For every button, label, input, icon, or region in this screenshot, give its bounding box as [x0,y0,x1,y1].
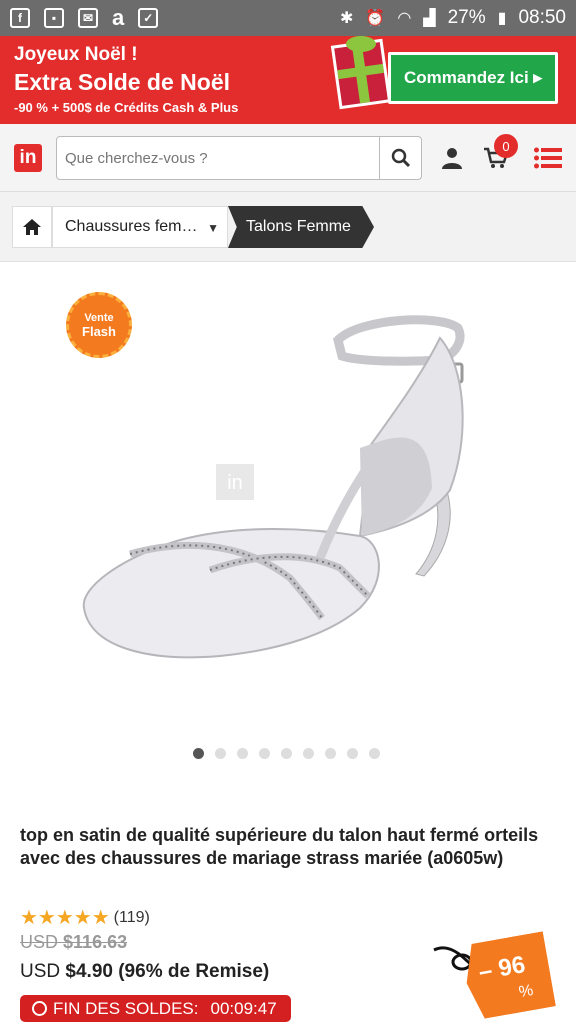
discount-tag-symbol: % [517,981,535,1002]
breadcrumb-category[interactable]: Chaussures fem… ▼ [52,206,228,248]
discount-tag-value: – 96 [476,951,528,986]
menu-button[interactable] [532,142,564,174]
original-price-currency: USD [20,932,59,952]
countdown-value: 00:09:47 [210,998,277,1018]
discount-tag: – 96 % [460,931,556,1020]
site-header: in [0,124,576,192]
amazon-icon: a [112,5,125,30]
gallery-dot[interactable] [303,748,314,759]
user-icon [442,148,462,169]
countdown-label: FIN DES SOLDES: [53,998,199,1018]
chevron-down-icon: ▼ [207,221,219,235]
sale-countdown: FIN DES SOLDES: 00:09:47 [20,995,291,1022]
battery-icon: ▮ [497,10,507,27]
sale-price: USD $4.90 (96% de Remise) [20,961,269,983]
battery-percent: 27% [447,7,486,28]
flash-sale-badge: Vente Flash [66,292,132,358]
gallery-dot[interactable] [237,748,248,759]
product-image[interactable]: in [60,278,516,726]
discount-text: (96% de Remise) [118,961,270,982]
gallery-dot[interactable] [259,748,270,759]
gallery-pagination [193,748,380,759]
gallery-dot[interactable] [325,748,336,759]
order-now-button[interactable]: Commandez Ici ▸ [388,52,558,104]
sale-price-value: $4.90 [65,961,113,982]
wifi-icon: ◠ [397,10,412,27]
breadcrumb-category-label: Chaussures fem… [65,218,198,235]
menu-icon [534,147,562,169]
account-button[interactable] [436,142,468,174]
gift-bow-icon [346,36,376,52]
cart-count-badge: 0 [494,134,518,158]
product-title: top en satin de qualité supérieure du ta… [20,825,539,868]
status-bar: f ▪ ✉ a ✓ ✱ ⏰ ◠ ▟ 27% ▮ 08:50 [0,0,576,36]
gallery-dot[interactable] [281,748,292,759]
gallery-icon: ▪ [44,8,64,28]
watermark-text: in [227,472,243,494]
gallery-dot[interactable] [215,748,226,759]
product-rating[interactable]: ★★★★★ (119) [20,905,150,930]
original-price-value: $116.63 [63,932,128,952]
facebook-icon: f [10,8,30,28]
message-icon: ✉ [78,8,98,28]
search-bar [56,136,422,180]
breadcrumb-current: Talons Femme [228,206,374,248]
search-icon [391,148,410,168]
alarm-icon: ⏰ [365,10,386,27]
search-input[interactable] [57,137,381,179]
search-button[interactable] [379,137,421,179]
flash-badge-line1: Vente [84,311,114,324]
shopping-icon: ✓ [138,8,159,28]
signal-icon: ▟ [423,10,436,27]
clock-icon [32,1001,47,1016]
bluetooth-icon: ✱ [340,10,354,27]
site-logo[interactable]: in [14,144,42,172]
original-price: USD $116.63 [20,932,127,953]
gallery-dot[interactable] [193,748,204,759]
promo-headline: Extra Solde de Noël [14,69,231,95]
breadcrumb-home[interactable] [12,206,52,248]
promo-banner[interactable]: Joyeux Noël ! Extra Solde de Noël -90 % … [0,36,576,124]
gallery-dot[interactable] [369,748,380,759]
rating-stars: ★★★★★ [20,907,110,929]
promo-subline: -90 % + 500$ de Crédits Cash & Plus [14,100,239,115]
flash-badge-line2: Flash [82,323,116,339]
home-icon [23,219,41,235]
promo-greeting: Joyeux Noël ! [14,44,138,65]
sale-price-currency: USD [20,961,61,982]
review-count[interactable]: (119) [114,909,150,927]
breadcrumb: Chaussures fem… ▼ Talons Femme [0,192,576,262]
gallery-dot[interactable] [347,748,358,759]
clock-time: 08:50 [518,7,566,28]
